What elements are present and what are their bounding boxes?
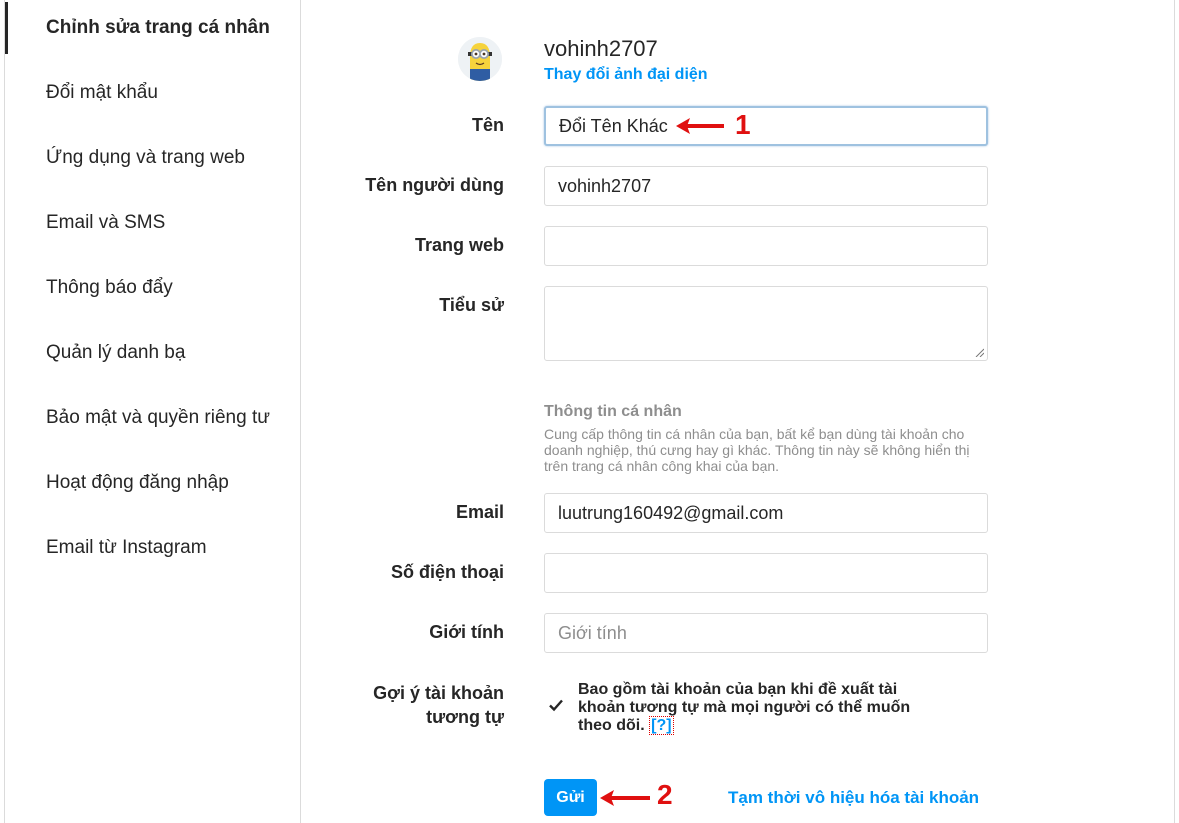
sidebar-item-privacy-security[interactable]: Bảo mật và quyền riêng tư: [5, 392, 301, 444]
profile-username: vohinh2707: [544, 36, 658, 61]
name-input[interactable]: Đổi Tên Khác: [544, 106, 988, 146]
similar-accounts-label: Gợi ý tài khoản tương tự: [373, 683, 504, 727]
phone-label: Số điện thoại: [390, 562, 504, 582]
username-input[interactable]: vohinh2707: [544, 166, 988, 206]
change-profile-photo-link[interactable]: Thay đổi ảnh đại diện: [544, 66, 708, 84]
minion-avatar-icon: [458, 37, 502, 81]
temporarily-disable-account-link[interactable]: Tạm thời vô hiệu hóa tài khoản: [728, 788, 979, 808]
annotation-arrow-icon: [600, 790, 650, 806]
personal-info-title: Thông tin cá nhân: [544, 403, 682, 420]
sidebar-item-label: Email và SMS: [46, 212, 166, 233]
website-label: Trang web: [414, 235, 504, 255]
sidebar-item-emails-from-instagram[interactable]: Email từ Instagram: [5, 522, 301, 574]
submit-button[interactable]: Gửi: [544, 779, 597, 816]
help-link[interactable]: [?]: [649, 716, 674, 735]
gender-input-placeholder: Giới tính: [558, 622, 627, 643]
username-input-value: vohinh2707: [558, 175, 652, 196]
sidebar-item-label: Email từ Instagram: [46, 537, 207, 558]
sidebar-item-label: Hoạt động đăng nhập: [46, 472, 229, 493]
sidebar-item-manage-contacts[interactable]: Quản lý danh bạ: [5, 327, 301, 379]
sidebar-item-label: Chỉnh sửa trang cá nhân: [46, 17, 270, 38]
annotation-step-1: 1: [735, 109, 751, 140]
website-input[interactable]: [544, 226, 988, 266]
email-label: Email: [455, 502, 504, 522]
resize-grip-icon[interactable]: [974, 347, 984, 357]
similar-accounts-checkbox[interactable]: [547, 696, 565, 714]
sidebar-item-email-sms[interactable]: Email và SMS: [5, 197, 301, 249]
avatar[interactable]: [458, 37, 502, 81]
sidebar-item-push-notifications[interactable]: Thông báo đẩy: [5, 262, 301, 314]
sidebar-item-label: Ứng dụng và trang web: [46, 147, 245, 168]
sidebar-item-label: Thông báo đẩy: [46, 277, 173, 298]
email-input[interactable]: luutrung160492@gmail.com: [544, 493, 988, 533]
checkmark-icon: [549, 699, 563, 712]
gender-label: Giới tính: [429, 622, 504, 642]
sidebar-item-label: Quản lý danh bạ: [46, 342, 186, 363]
sidebar-item-edit-profile[interactable]: Chỉnh sửa trang cá nhân: [5, 2, 301, 54]
name-label: Tên: [471, 115, 504, 135]
username-label: Tên người dùng: [365, 175, 504, 195]
annotation-step-2: 2: [657, 779, 673, 810]
phone-input[interactable]: [544, 553, 988, 593]
sidebar-item-change-password[interactable]: Đổi mật khẩu: [5, 67, 301, 119]
annotation-arrow-icon: [676, 118, 724, 134]
sidebar-item-login-activity[interactable]: Hoạt động đăng nhập: [5, 457, 301, 509]
gender-input[interactable]: Giới tính: [544, 613, 988, 653]
bio-textarea[interactable]: [544, 286, 988, 361]
similar-accounts-description: Bao gồm tài khoản của bạn khi đề xuất tà…: [578, 681, 911, 734]
sidebar-item-apps-websites[interactable]: Ứng dụng và trang web: [5, 132, 301, 184]
similar-accounts-text: Bao gồm tài khoản của bạn khi đề xuất tà…: [578, 681, 918, 735]
sidebar-item-label: Đổi mật khẩu: [46, 82, 158, 103]
email-input-value: luutrung160492@gmail.com: [558, 502, 784, 523]
sidebar-item-label: Bảo mật và quyền riêng tư: [46, 407, 270, 428]
bio-label: Tiểu sử: [439, 295, 504, 315]
name-input-value: Đổi Tên Khác: [559, 115, 668, 136]
settings-sidebar: Chỉnh sửa trang cá nhân Đổi mật khẩu Ứng…: [5, 0, 301, 823]
personal-info-description: Cung cấp thông tin cá nhân của bạn, bất …: [544, 426, 970, 474]
